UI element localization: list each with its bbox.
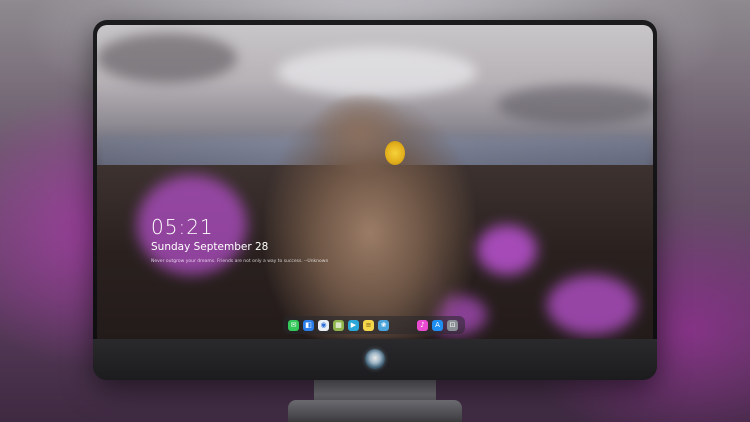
monitor: 05:21 Sunday September 28 Never outgrow … bbox=[93, 20, 657, 380]
finder-icon[interactable]: ◧ bbox=[303, 319, 314, 331]
preview-icon[interactable]: ▦ bbox=[333, 319, 344, 331]
notes-icon[interactable]: ≡ bbox=[363, 319, 374, 331]
messages-icon[interactable]: ✉ bbox=[288, 319, 299, 331]
lock-screen-time: 05:21 bbox=[151, 215, 214, 239]
safari-icon[interactable]: ◉ bbox=[318, 319, 329, 331]
flower-blur bbox=[547, 275, 637, 335]
music-icon[interactable]: ♪ bbox=[417, 319, 428, 331]
cloud bbox=[97, 33, 237, 83]
cloud bbox=[497, 85, 653, 125]
photos-icon[interactable]: ❀ bbox=[378, 319, 389, 331]
person-hair bbox=[265, 93, 475, 339]
brand-logo-icon bbox=[365, 349, 385, 369]
hair-flower bbox=[385, 141, 405, 165]
lock-screen-quote: Never outgrow your dreams. Friends are n… bbox=[151, 259, 329, 264]
screen: 05:21 Sunday September 28 Never outgrow … bbox=[97, 25, 653, 339]
monitor-stand-base bbox=[288, 400, 462, 422]
flower-blur bbox=[477, 225, 537, 275]
screenshot-icon[interactable]: ⊡ bbox=[447, 319, 458, 331]
dock: ✉ ◧ ◉ ▦ ▶ ≡ ❀ ♪ A ⊡ bbox=[283, 316, 465, 334]
lock-screen-date: Sunday September 28 bbox=[151, 241, 269, 253]
video-icon[interactable]: ▶ bbox=[348, 319, 359, 331]
appstore-icon[interactable]: A bbox=[432, 319, 443, 331]
cloud bbox=[277, 47, 477, 97]
